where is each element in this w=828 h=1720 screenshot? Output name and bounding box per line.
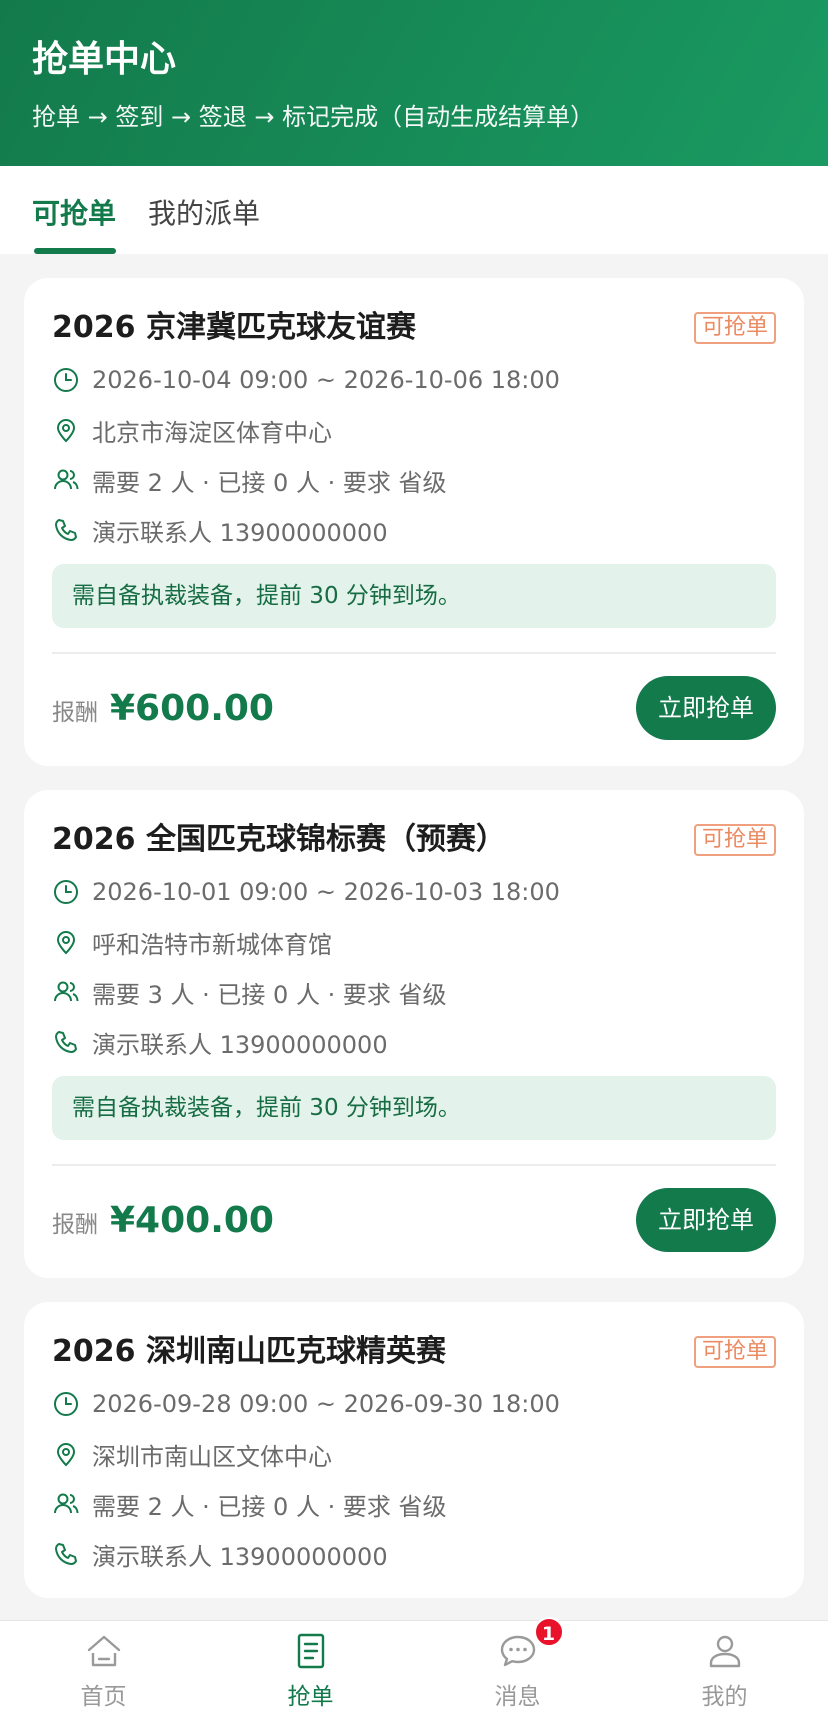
page-header: 抢单中心 抢单 → 签到 → 签退 → 标记完成（自动生成结算单） <box>0 0 828 166</box>
price-label: 报酬 <box>52 1211 98 1238</box>
order-people-row: 需要 3 人 · 已接 0 人 · 要求 省级 <box>52 974 776 1010</box>
tab-bar: 可抢单 我的派单 <box>0 166 828 254</box>
order-contact: 演示联系人 13900000000 <box>92 1542 388 1571</box>
phone-icon <box>52 1540 80 1568</box>
order-price: ¥600.00 <box>110 687 274 729</box>
location-pin-icon <box>52 416 80 444</box>
nav-label: 消息 <box>494 1684 541 1710</box>
order-time: 2026-09-28 09:00 ~ 2026-09-30 18:00 <box>92 1390 560 1418</box>
order-contact: 演示联系人 13900000000 <box>92 1030 388 1059</box>
clock-icon <box>52 878 80 906</box>
location-pin-icon <box>52 928 80 956</box>
order-price: ¥400.00 <box>110 1199 274 1241</box>
order-title: 2026 全国匹克球锦标赛（预赛） <box>52 822 506 857</box>
people-icon <box>52 978 80 1006</box>
tab-my-dispatch[interactable]: 我的派单 <box>148 166 260 254</box>
people-icon <box>52 466 80 494</box>
grab-order-button[interactable]: 立即抢单 <box>636 676 776 740</box>
order-location-row: 北京市海淀区体育中心 <box>52 412 776 448</box>
nav-item-profile[interactable]: 我的 <box>621 1621 828 1720</box>
order-time-row: 2026-10-01 09:00 ~ 2026-10-03 18:00 <box>52 874 776 910</box>
status-badge: 可抢单 <box>693 824 776 856</box>
divider <box>52 652 776 654</box>
nav-item-messages[interactable]: 1 消息 <box>414 1617 621 1720</box>
order-time-row: 2026-09-28 09:00 ~ 2026-09-30 18:00 <box>52 1386 776 1422</box>
unread-badge: 1 <box>533 1617 564 1647</box>
order-location: 呼和浩特市新城体育馆 <box>92 930 332 959</box>
phone-icon <box>52 516 80 544</box>
page-title: 抢单中心 <box>32 39 177 80</box>
user-icon <box>705 1631 745 1671</box>
clock-icon <box>52 366 80 394</box>
order-title: 2026 深圳南山匹克球精英赛 <box>52 1334 446 1369</box>
people-icon <box>52 1490 80 1518</box>
order-title: 2026 京津冀匹克球友谊赛 <box>52 310 416 345</box>
nav-item-grab[interactable]: 抢单 <box>207 1621 414 1720</box>
order-people: 需要 2 人 · 已接 0 人 · 要求 省级 <box>92 468 447 497</box>
order-people-row: 需要 2 人 · 已接 0 人 · 要求 省级 <box>52 462 776 498</box>
status-badge: 可抢单 <box>693 1336 776 1368</box>
order-note: 需自备执裁装备，提前 30 分钟到场。 <box>52 1076 776 1140</box>
tab-available-orders[interactable]: 可抢单 <box>32 166 117 254</box>
phone-icon <box>52 1028 80 1056</box>
nav-item-home[interactable]: 首页 <box>0 1621 207 1720</box>
order-people-row: 需要 2 人 · 已接 0 人 · 要求 省级 <box>52 1486 776 1522</box>
order-people: 需要 3 人 · 已接 0 人 · 要求 省级 <box>92 980 447 1009</box>
nav-label: 我的 <box>701 1684 748 1710</box>
order-contact: 演示联系人 13900000000 <box>92 518 388 547</box>
nav-label: 首页 <box>80 1684 127 1710</box>
order-time: 2026-10-04 09:00 ~ 2026-10-06 18:00 <box>92 366 560 394</box>
order-note: 需自备执裁装备，提前 30 分钟到场。 <box>52 564 776 628</box>
clock-icon <box>52 1390 80 1418</box>
order-card[interactable]: 2026 深圳南山匹克球精英赛 可抢单 2026-09-28 09:00 ~ 2… <box>24 1302 804 1598</box>
order-contact-row: 演示联系人 13900000000 <box>52 512 776 548</box>
order-time: 2026-10-01 09:00 ~ 2026-10-03 18:00 <box>92 878 560 906</box>
order-location: 深圳市南山区文体中心 <box>92 1442 332 1471</box>
order-location-row: 深圳市南山区文体中心 <box>52 1436 776 1472</box>
order-card[interactable]: 2026 京津冀匹克球友谊赛 可抢单 2026-10-04 09:00 ~ 20… <box>24 278 804 766</box>
bottom-nav: 首页 抢单 1 消息 我的 <box>0 1617 828 1720</box>
order-location: 北京市海淀区体育中心 <box>92 418 332 447</box>
location-pin-icon <box>52 1440 80 1468</box>
nav-label: 抢单 <box>287 1684 334 1710</box>
order-contact-row: 演示联系人 13900000000 <box>52 1536 776 1572</box>
page-subtitle: 抢单 → 签到 → 签退 → 标记完成（自动生成结算单） <box>32 103 595 131</box>
divider <box>52 1164 776 1166</box>
order-people: 需要 2 人 · 已接 0 人 · 要求 省级 <box>92 1492 447 1521</box>
chat-icon: 1 <box>498 1617 564 1671</box>
document-icon <box>291 1631 331 1671</box>
home-icon <box>84 1631 124 1671</box>
order-contact-row: 演示联系人 13900000000 <box>52 1024 776 1060</box>
grab-order-button[interactable]: 立即抢单 <box>636 1188 776 1252</box>
order-time-row: 2026-10-04 09:00 ~ 2026-10-06 18:00 <box>52 362 776 398</box>
order-card[interactable]: 2026 全国匹克球锦标赛（预赛） 可抢单 2026-10-01 09:00 ~… <box>24 790 804 1278</box>
status-badge: 可抢单 <box>693 312 776 344</box>
price-label: 报酬 <box>52 699 98 726</box>
order-location-row: 呼和浩特市新城体育馆 <box>52 924 776 960</box>
order-list: 2026 京津冀匹克球友谊赛 可抢单 2026-10-04 09:00 ~ 20… <box>0 254 828 1598</box>
